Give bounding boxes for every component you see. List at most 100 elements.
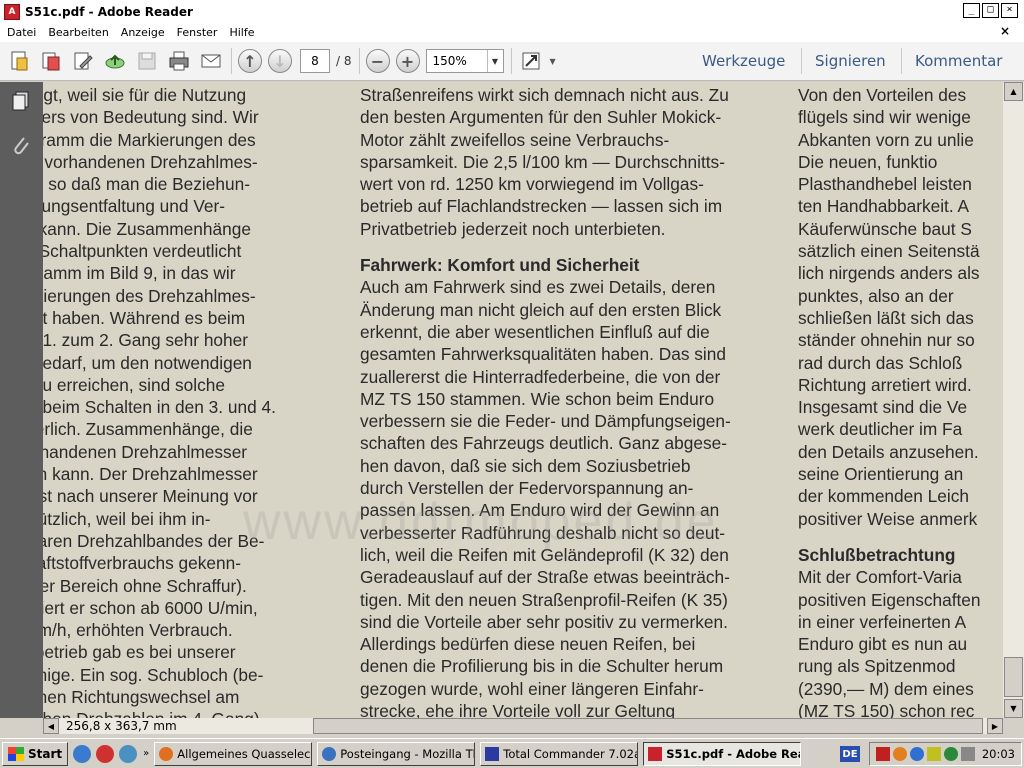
text-line: hen davon, daß sie sich dem Soziusbetrie… — [360, 455, 691, 476]
text-line: gesamten Fahrwerksqualitäten haben. Das … — [360, 344, 726, 365]
text-line: (2390,— M) dem eines — [798, 678, 974, 699]
email-icon[interactable] — [198, 48, 224, 74]
previous-page-icon[interactable]: ↑ — [238, 49, 262, 73]
text-line: rad durch das Schloß — [798, 352, 963, 373]
text-line: gezogen wurde, wohl einer längeren Einfa… — [360, 678, 704, 699]
windows-logo-icon — [8, 746, 24, 761]
pdf-icon: A — [4, 3, 20, 20]
zoom-out-icon[interactable]: − — [365, 49, 390, 73]
scroll-down-icon[interactable]: ▼ — [1004, 699, 1023, 718]
text-line: hnet, so daß man die Beziehun- — [43, 174, 250, 195]
text-line: n Kraftstoffverbrauchs gekenn- — [43, 553, 241, 574]
text-column-3: Von den Vorteilen des flügels sind wir we… — [798, 84, 1003, 718]
save-icon[interactable] — [134, 48, 160, 74]
text-line: Plasthandhebel leisten — [798, 174, 972, 195]
toolbar-options-icon[interactable]: ▼ — [550, 57, 556, 66]
text-line: der kommenden Leich — [798, 486, 969, 507]
horizontal-scroll-thumb[interactable] — [313, 718, 983, 734]
page-thumbnails-icon[interactable] — [10, 90, 32, 112]
menu-datei[interactable]: Datei — [7, 26, 36, 39]
text-line: sätzlich einen Seitenstä — [798, 241, 980, 262]
language-indicator[interactable]: DE — [840, 746, 860, 762]
text-line: schaften des Fahrzeugs deutlich. Ganz ab… — [360, 433, 727, 454]
task-thunderbird[interactable]: Posteingang - Mozilla Th... — [317, 741, 476, 766]
tray-security-icon[interactable] — [943, 747, 958, 761]
text-line: Von den Vorteilen des — [798, 85, 967, 105]
menu-anzeige[interactable]: Anzeige — [121, 26, 165, 39]
system-tray: 20:03 — [868, 742, 1022, 766]
menu-hilfe[interactable]: Hilfe — [229, 26, 254, 39]
text-line: 53 km/h, erhöhten Verbrauch. — [43, 620, 233, 641]
text-line: Insgesamt sind die Ve — [798, 397, 968, 418]
scroll-left-icon[interactable]: ◀ — [43, 718, 59, 734]
attachments-icon[interactable] — [10, 134, 32, 156]
text-line: wert von rd. 1250 km vorwiegend im Vollg… — [360, 174, 704, 195]
combine-pdf-icon[interactable] — [38, 48, 64, 74]
text-line: positiver Weise anmerk — [798, 508, 978, 529]
vertical-scrollbar[interactable]: ▲ ▼ — [1003, 82, 1024, 718]
text-line: den Details anzusehen. — [798, 441, 979, 462]
scroll-right-icon[interactable]: ▶ — [987, 718, 1003, 734]
close-button[interactable]: × — [1001, 3, 1018, 18]
menu-fenster[interactable]: Fenster — [177, 26, 218, 39]
text-line: vom 1. zum 2. Gang sehr hoher — [43, 330, 249, 351]
text-line: forderlich. Zusammenhänge, die — [43, 419, 253, 440]
upload-cloud-icon[interactable] — [102, 48, 128, 74]
text-line: luß zu erreichen, sind solche — [43, 374, 225, 395]
tab-kommentar[interactable]: Kommentar — [915, 52, 1002, 70]
edit-pdf-icon[interactable] — [70, 48, 96, 74]
quicklaunch-app-icon[interactable] — [96, 744, 115, 763]
next-page-icon[interactable]: ↓ — [268, 49, 292, 73]
thunderbird-icon[interactable] — [119, 744, 138, 763]
zoom-in-icon[interactable]: + — [395, 49, 420, 73]
tray-network-icon[interactable] — [909, 747, 924, 761]
text-line: Abkanten vorn zu unlie — [798, 129, 974, 150]
tray-antivirus-icon[interactable] — [875, 747, 890, 761]
text-line: MZ TS 150 stammen. Wie schon beim Enduro — [360, 388, 715, 409]
page-dimensions: 256,8 x 363,7 mm — [60, 718, 183, 734]
page-number-input[interactable]: 8 — [300, 49, 330, 73]
minimize-button[interactable]: _ — [963, 3, 980, 18]
text-line: Diagramm die Markierungen des — [43, 129, 256, 150]
horizontal-scrollbar[interactable]: ◀ ▶ — [43, 718, 1003, 734]
tray-app-icon[interactable] — [892, 747, 907, 761]
tray-update-icon[interactable] — [926, 747, 941, 761]
print-icon[interactable] — [166, 48, 192, 74]
tray-volume-icon[interactable] — [960, 747, 975, 761]
text-line: positiven Eigenschaften — [798, 589, 981, 610]
maximize-button[interactable]: □ — [982, 3, 999, 18]
chevron-down-icon[interactable]: ▼ — [486, 50, 503, 72]
text-line: len bedarf, um den notwendigen — [43, 352, 252, 373]
text-line: rung als Spitzenmod — [798, 656, 956, 677]
text-line: ten Handhabbarkeit. A — [798, 196, 970, 217]
task-adobe-reader[interactable]: S51c.pdf - Adobe Rea... — [643, 741, 802, 766]
document-view[interactable]: rgelegt, weil sie für die Nutzungnessers… — [43, 82, 1003, 718]
tab-signieren[interactable]: Signieren — [815, 52, 886, 70]
task-total-commander[interactable]: Total Commander 7.02a ... — [480, 741, 639, 766]
text-column-1: rgelegt, weil sie für die Nutzungnessers… — [43, 84, 337, 718]
vertical-scroll-thumb[interactable] — [1004, 657, 1023, 697]
text-line: schließen läßt sich das — [798, 307, 974, 328]
text-line: Käuferwünsche baut S — [798, 218, 972, 239]
fullscreen-icon[interactable] — [518, 48, 544, 74]
text-line: Leistungsentfaltung und Ver- — [43, 196, 226, 217]
ie-icon[interactable] — [73, 744, 92, 763]
text-line: rgelegt, weil sie für die Nutzung — [43, 85, 247, 105]
text-line: in einer verfeinerten A — [798, 611, 967, 632]
text-line: Enduro gibt es nun au — [798, 634, 968, 655]
text-line: zuallererst die Hinterradfederbeine, die… — [360, 366, 721, 387]
create-pdf-icon[interactable] — [6, 48, 32, 74]
text-line: verbessern sie die Feder- und Dämpfungse… — [360, 411, 731, 432]
zoom-select[interactable]: 150% ▼ — [425, 49, 504, 73]
text-line: werk deutlicher im Fa — [798, 419, 963, 440]
window-controls: _ □ × — [963, 3, 1018, 18]
start-button[interactable]: Start — [2, 741, 69, 766]
scroll-up-icon[interactable]: ▲ — [1004, 82, 1023, 101]
document-close-icon[interactable]: × — [1000, 24, 1010, 38]
tab-werkzeuge[interactable]: Werkzeuge — [702, 52, 785, 70]
text-line: Straßenreifens wirkt sich demnach nicht … — [360, 85, 729, 105]
task-firefox[interactable]: Allgemeines Quasselecke... — [154, 741, 313, 766]
quicklaunch-more-icon[interactable]: » — [143, 748, 149, 759]
menu-bearbeiten[interactable]: Bearbeiten — [48, 26, 108, 39]
text-line: Motor zählt zweifellos seine Verbrauchs- — [360, 129, 670, 150]
